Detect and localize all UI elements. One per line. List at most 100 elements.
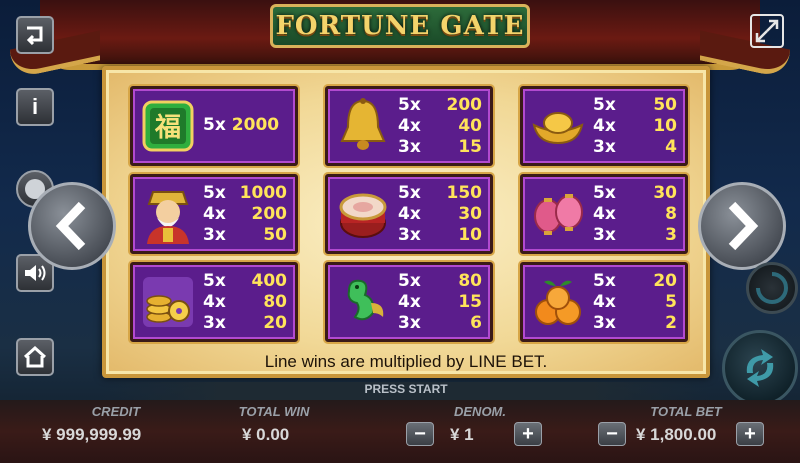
- expand-icon: [750, 14, 784, 48]
- pay-value: 20: [263, 313, 287, 333]
- lanterns-icon: [529, 185, 587, 243]
- pay-value: 30: [458, 204, 482, 224]
- pay-count: 5x: [398, 183, 421, 203]
- total-win-label: TOTAL WIN: [238, 404, 310, 419]
- paytable-cell-fortune-god: 5x 1000 4x 200 3x 50: [130, 174, 298, 254]
- pay-value: 200: [251, 204, 288, 224]
- gold-ingot-icon: [529, 97, 587, 155]
- home-button[interactable]: [16, 338, 54, 376]
- golden-bell-icon: [334, 97, 392, 155]
- pay-value: 2: [665, 313, 677, 333]
- pay-value: 10: [458, 225, 482, 245]
- game-title: FORTUNE GATE: [275, 11, 525, 41]
- pay-count: 5x: [398, 271, 421, 291]
- back-button[interactable]: [16, 16, 54, 54]
- pay-value: 50: [263, 225, 287, 245]
- paytable-cell-coins: 5x 400 4x 80 3x 20: [130, 262, 298, 342]
- pay-value: 80: [458, 271, 482, 291]
- return-arrow-icon: [26, 26, 43, 46]
- pay-count: 4x: [203, 204, 226, 224]
- pay-value: 6: [470, 313, 482, 333]
- paytable-panel: 福 5x 2000 5x 200 4x 40 3x 15 5x 50 4x 10…: [102, 66, 710, 378]
- pay-value: 30: [653, 183, 677, 203]
- drum-icon: [334, 185, 392, 243]
- pay-count: 5x: [203, 115, 226, 135]
- chevron-left-icon: [55, 201, 86, 251]
- pay-count: 5x: [203, 183, 226, 203]
- svg-text:福: 福: [154, 113, 181, 143]
- oranges-icon: [529, 273, 587, 331]
- spin-button[interactable]: [722, 330, 798, 406]
- pay-count: 4x: [398, 116, 421, 136]
- spin-arrows-icon: [746, 349, 774, 387]
- pay-count: 5x: [593, 95, 616, 115]
- credit-label: CREDIT: [91, 404, 141, 419]
- pay-value: 1000: [239, 183, 287, 203]
- pay-count: 4x: [593, 116, 616, 136]
- denom-value: ¥ 1: [450, 425, 474, 444]
- pay-count: 5x: [593, 183, 616, 203]
- info-icon: i: [31, 94, 39, 119]
- fu-character-icon: 福: [139, 97, 197, 155]
- paytable-cell-drum: 5x 150 4x 30 3x 10: [325, 174, 493, 254]
- autoplay-icon: [756, 272, 788, 304]
- pay-value: 15: [458, 137, 482, 157]
- speaker-icon: [25, 265, 46, 281]
- next-page-button[interactable]: [698, 182, 786, 270]
- pay-value: 10: [653, 116, 677, 136]
- jade-figure-icon: [334, 273, 392, 331]
- total-bet-value: ¥ 1,800.00: [636, 425, 717, 444]
- info-button[interactable]: i: [16, 88, 54, 126]
- game-title-plaque: FORTUNE GATE: [270, 4, 530, 48]
- pay-count: 4x: [593, 204, 616, 224]
- pay-count: 3x: [593, 137, 616, 157]
- pay-count: 5x: [593, 271, 616, 291]
- pay-value: 80: [263, 292, 287, 312]
- pay-count: 3x: [593, 313, 616, 333]
- pay-value: 3: [665, 225, 677, 245]
- denom-label: DENOM.: [454, 404, 506, 419]
- pay-count: 3x: [398, 137, 421, 157]
- pay-value: 8: [665, 204, 677, 224]
- pay-count: 3x: [398, 313, 421, 333]
- fortune-god-icon: [139, 185, 197, 244]
- home-icon: [23, 346, 47, 368]
- chevron-right-icon: [728, 201, 759, 251]
- pay-value: 5: [665, 292, 677, 312]
- pay-count: 3x: [203, 225, 226, 245]
- pay-value: 400: [251, 271, 288, 291]
- press-start-label: PRESS START: [102, 382, 710, 400]
- previous-page-button[interactable]: [28, 182, 116, 270]
- paytable-cell-fu: 福 5x 2000: [130, 86, 298, 166]
- pay-count: 5x: [398, 95, 421, 115]
- pay-value: 150: [446, 183, 483, 203]
- paytable-cell-ingot: 5x 50 4x 10 3x 4: [520, 86, 688, 166]
- paytable-cell-oranges: 5x 20 4x 5 3x 2: [520, 262, 688, 342]
- denom-minus-button[interactable]: −: [406, 422, 434, 446]
- denom-plus-button[interactable]: +: [514, 422, 542, 446]
- bet-minus-button[interactable]: −: [598, 422, 626, 446]
- pay-value: 15: [458, 292, 482, 312]
- fullscreen-button[interactable]: [748, 12, 786, 50]
- paytable-note: Line wins are multiplied by LINE BET.: [264, 352, 548, 371]
- pay-count: 5x: [203, 271, 226, 291]
- pay-value: 4: [665, 137, 677, 157]
- pay-count: 3x: [398, 225, 421, 245]
- pay-count: 4x: [593, 292, 616, 312]
- pay-count: 3x: [203, 313, 226, 333]
- pay-value: 40: [458, 116, 482, 136]
- paytable-cell-lanterns: 5x 30 4x 8 3x 3: [520, 174, 688, 254]
- pay-count: 4x: [398, 292, 421, 312]
- paytable-cell-bell: 5x 200 4x 40 3x 15: [325, 86, 493, 166]
- pay-value: 20: [653, 271, 677, 291]
- pay-value: 2000: [231, 115, 280, 135]
- pay-count: 4x: [398, 204, 421, 224]
- pay-count: 4x: [203, 292, 226, 312]
- bet-plus-button[interactable]: +: [736, 422, 764, 446]
- pay-value: 50: [653, 95, 677, 115]
- coins-stack-icon: [139, 273, 197, 331]
- autoplay-button[interactable]: [746, 262, 798, 314]
- total-bet-label: TOTAL BET: [650, 404, 722, 419]
- total-win-value: ¥ 0.00: [242, 425, 290, 444]
- pay-count: 3x: [593, 225, 616, 245]
